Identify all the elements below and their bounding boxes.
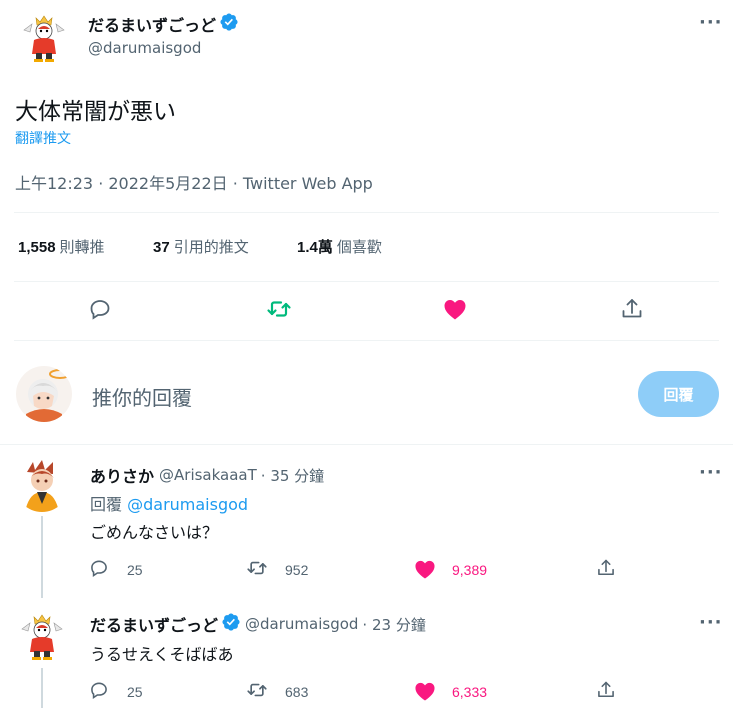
reply-time[interactable]: · 35 分鐘 [261, 465, 324, 486]
likes-label: 個喜歡 [336, 238, 382, 256]
translate-tweet-link[interactable]: 翻譯推文 [15, 128, 71, 148]
reply-handle[interactable]: @ArisakaaaT [159, 466, 257, 484]
retweets-label: 則轉推 [59, 238, 105, 256]
reply-button-group[interactable]: 25 [89, 558, 143, 581]
reply-count: 25 [127, 684, 143, 700]
author-name-row[interactable]: だるまいずごっど [88, 13, 239, 35]
retweet-count: 952 [285, 562, 309, 578]
verified-badge-icon [219, 12, 239, 36]
retweet-button-group[interactable]: 952 [246, 558, 308, 581]
quotes-stat[interactable]: 37 引用的推文 [153, 236, 249, 257]
retweet-icon[interactable] [246, 680, 268, 700]
more-options-icon[interactable]: ··· [699, 612, 723, 633]
replying-to-label: 回覆 [90, 495, 123, 514]
author-avatar[interactable] [16, 10, 72, 66]
like-icon[interactable] [414, 559, 436, 579]
likes-count: 1.4萬 [297, 239, 333, 256]
replying-to: 回覆 @darumaisgod [90, 491, 248, 515]
reply-avatar[interactable] [15, 458, 69, 512]
reply-display-name[interactable]: ありさか [90, 463, 154, 487]
reply-text: ごめんなさいは？ [90, 523, 219, 542]
like-button-group[interactable]: 9,389 [414, 559, 487, 582]
retweet-icon[interactable] [246, 558, 268, 578]
divider [14, 281, 719, 282]
replying-to-handle[interactable]: @darumaisgod [127, 495, 248, 514]
like-icon[interactable] [414, 681, 436, 701]
divider [14, 212, 719, 213]
current-user-avatar[interactable] [16, 366, 72, 422]
thread-connector-line [41, 516, 43, 598]
divider [14, 340, 719, 341]
reply-icon[interactable] [89, 558, 109, 578]
retweet-count: 683 [285, 684, 309, 700]
divider [0, 444, 733, 445]
retweet-button-group[interactable]: 683 [246, 680, 308, 703]
more-options-icon[interactable]: ··· [699, 462, 723, 483]
reply-avatar[interactable] [15, 609, 69, 663]
retweets-stat[interactable]: 1,558 則轉推 [18, 236, 105, 257]
reply-time[interactable]: · 23 分鐘 [362, 614, 425, 635]
like-button-group[interactable]: 6,333 [414, 681, 487, 704]
tweet-text: 大体常闇が悪い [15, 99, 176, 125]
reply-handle[interactable]: @darumaisgod [245, 615, 358, 633]
reply-header: だるまいずごっど @darumaisgod · 23 分鐘 [90, 612, 426, 636]
like-icon[interactable] [443, 298, 467, 324]
tweet-timestamp[interactable]: 上午12:23 · 2022年5月22日 · Twitter Web App [15, 170, 373, 194]
quotes-count: 37 [153, 239, 170, 256]
share-icon[interactable] [620, 297, 644, 325]
reply-count: 25 [127, 562, 143, 578]
retweet-icon[interactable] [266, 297, 292, 325]
quotes-label: 引用的推文 [173, 238, 249, 256]
thread-connector-line [41, 668, 43, 708]
reply-icon[interactable] [88, 297, 112, 325]
share-button-group[interactable] [596, 680, 616, 703]
reply-text: うるせえくそばばあ [90, 645, 234, 664]
reply-composer-input[interactable]: 推你的回覆 [92, 382, 192, 411]
share-button-group[interactable] [596, 558, 616, 581]
like-count: 6,333 [452, 684, 488, 700]
author-display-name[interactable]: だるまいずごっど [88, 12, 216, 36]
share-icon[interactable] [596, 558, 616, 578]
likes-stat[interactable]: 1.4萬 個喜歡 [297, 236, 382, 257]
share-icon[interactable] [596, 680, 616, 700]
like-count: 9,389 [452, 562, 488, 578]
reply-submit-button[interactable]: 回覆 [638, 371, 719, 417]
reply-icon[interactable] [89, 680, 109, 700]
reply-display-name[interactable]: だるまいずごっど [90, 612, 218, 636]
author-handle[interactable]: @darumaisgod [88, 39, 201, 57]
reply-button-group[interactable]: 25 [89, 680, 143, 703]
retweets-count: 1,558 [18, 239, 56, 256]
more-options-icon[interactable]: ··· [699, 12, 723, 33]
verified-badge-icon [221, 612, 241, 636]
reply-header: ありさか @ArisakaaaT · 35 分鐘 [90, 463, 324, 487]
